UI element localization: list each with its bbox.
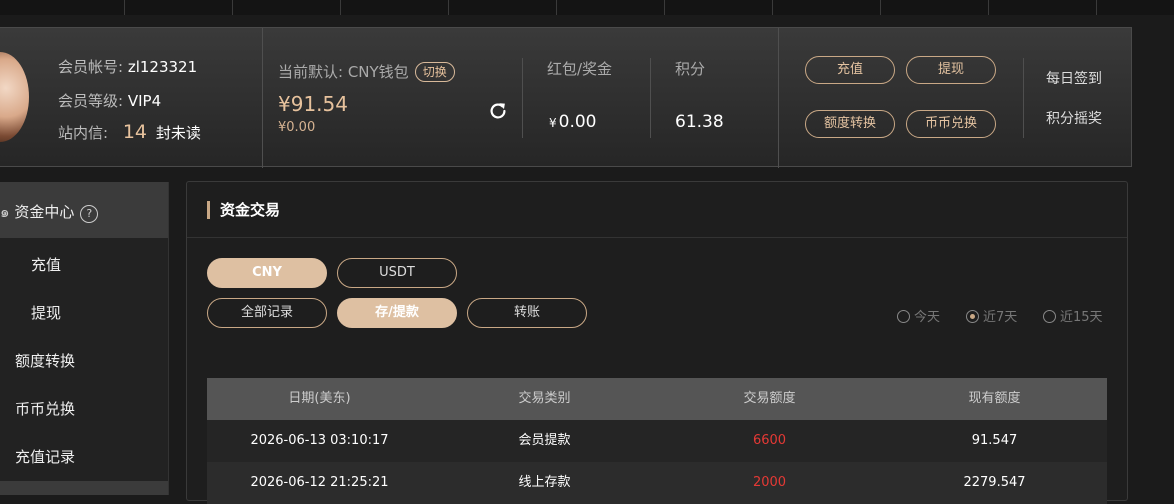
sidebar-item-withdraw[interactable]: 提现 <box>31 302 61 323</box>
default-wallet-label: 当前默认: CNY钱包 <box>278 63 409 81</box>
nav-divider <box>448 0 449 15</box>
bonus-amount: 0.00 <box>558 112 597 132</box>
refresh-icon[interactable] <box>487 100 509 122</box>
help-icon[interactable]: ? <box>80 205 99 223</box>
top-nav-strip <box>0 0 1174 15</box>
wallet-balance: ¥91.54 <box>278 92 348 116</box>
nav-divider <box>880 0 881 15</box>
column-header-balance: 现有额度 <box>968 391 1021 406</box>
divider <box>522 58 523 138</box>
sidebar-header-label: 资金中心 <box>14 203 75 221</box>
sidebar-item-transfer[interactable]: 额度转换 <box>15 350 75 371</box>
points-title: 积分 <box>675 60 706 78</box>
range-7days-label: 近7天 <box>983 310 1018 325</box>
cell-date: 2026-06-12 21:25:21 <box>250 475 389 490</box>
panel-divider <box>187 237 1127 238</box>
radio-checked-icon <box>966 310 979 323</box>
account-label: 会员帐号: <box>58 58 124 76</box>
tab-deposit-withdraw[interactable]: 存/提款 <box>337 298 457 328</box>
bonus-value: ¥0.00 <box>549 112 597 132</box>
sidebar: ๑ 资金中心? 充值 提现 额度转换 币币兑换 充值记录 <box>0 182 169 495</box>
points-lottery-link[interactable]: 积分摇奖 <box>1046 108 1102 128</box>
divider <box>650 58 651 138</box>
level-label: 会员等级: <box>58 92 124 110</box>
sidebar-footer <box>0 481 168 495</box>
table-row[interactable]: 2026-06-13 03:10:17 会员提款 6600 91.547 <box>207 420 1107 462</box>
sidebar-item-recharge[interactable]: 充值 <box>31 254 61 275</box>
radio-icon <box>897 310 910 323</box>
divider <box>1023 58 1024 138</box>
nav-divider <box>232 0 233 15</box>
sidebar-item-recharge-records[interactable]: 充值记录 <box>15 446 75 467</box>
panel-title: 资金交易 <box>207 201 280 219</box>
level-line: 会员等级: VIP4 <box>58 90 161 111</box>
range-today[interactable]: 今天 <box>897 306 940 325</box>
column-header-amount: 交易额度 <box>743 391 796 406</box>
cell-amount: 2000 <box>752 475 787 490</box>
transactions-table: 日期(美东) 交易类别 交易额度 现有额度 2026-06-13 03:10:1… <box>207 378 1107 504</box>
transfer-button[interactable]: 额度转换 <box>805 110 895 138</box>
tab-transfer[interactable]: 转账 <box>467 298 587 328</box>
column-header-date: 日期(美东) <box>288 391 351 406</box>
switch-wallet-button[interactable]: 切换 <box>414 62 455 82</box>
wallet-balance-sub: ¥0.00 <box>278 120 316 135</box>
cell-type: 会员提款 <box>518 433 571 448</box>
nav-divider <box>556 0 557 15</box>
unread-suffix: 封未读 <box>155 124 201 142</box>
sidebar-item-exchange[interactable]: 币币兑换 <box>15 398 75 419</box>
account-summary-card: 会员帐号: zl123321 会员等级: VIP4 站内信: 14 封未读 当前… <box>0 27 1132 168</box>
divider <box>262 28 263 168</box>
range-15days-label: 近15天 <box>1060 310 1103 325</box>
nav-divider <box>1096 0 1097 15</box>
default-wallet: 当前默认: CNY钱包 切换 <box>278 61 455 82</box>
level-value: VIP4 <box>127 92 162 110</box>
inbox-label: 站内信: <box>58 124 109 142</box>
cell-type: 线上存款 <box>518 475 571 490</box>
tab-cny[interactable]: CNY <box>207 258 327 288</box>
tab-all-records[interactable]: 全部记录 <box>207 298 327 328</box>
cell-amount: 6600 <box>752 433 787 448</box>
inbox-line[interactable]: 站内信: 14 封未读 <box>58 121 201 143</box>
recharge-button[interactable]: 充值 <box>805 56 895 84</box>
bonus-currency: ¥ <box>549 116 557 130</box>
exchange-button[interactable]: 币币兑换 <box>906 110 996 138</box>
nav-divider <box>772 0 773 15</box>
nav-divider <box>988 0 989 15</box>
cell-date: 2026-06-13 03:10:17 <box>250 433 389 448</box>
unread-count[interactable]: 14 <box>123 121 147 143</box>
account-line: 会员帐号: zl123321 <box>58 56 197 77</box>
column-header-type: 交易类别 <box>518 391 571 406</box>
radio-icon <box>1043 310 1056 323</box>
daily-checkin-link[interactable]: 每日签到 <box>1046 68 1102 88</box>
tab-usdt[interactable]: USDT <box>337 258 457 288</box>
table-row[interactable]: 2026-06-12 21:25:21 线上存款 2000 2279.547 <box>207 462 1107 504</box>
fund-transactions-panel: 资金交易 CNY USDT 全部记录 存/提款 转账 今天 近7天 近15天 日… <box>186 181 1128 504</box>
sidebar-header: ๑ 资金中心? <box>0 182 168 238</box>
points-value: 61.38 <box>675 112 724 132</box>
fund-icon: ๑ <box>0 203 10 221</box>
bonus-title: 红包/奖金 <box>547 60 613 78</box>
table-header-row: 日期(美东) 交易类别 交易额度 现有额度 <box>207 378 1107 420</box>
cell-balance: 91.547 <box>971 433 1018 448</box>
withdraw-button[interactable]: 提现 <box>906 56 996 84</box>
nav-divider <box>124 0 125 15</box>
divider <box>778 28 779 168</box>
nav-divider <box>664 0 665 15</box>
range-15days[interactable]: 近15天 <box>1043 306 1103 325</box>
avatar[interactable] <box>0 52 29 142</box>
range-7days[interactable]: 近7天 <box>966 306 1017 325</box>
nav-divider <box>340 0 341 15</box>
range-today-label: 今天 <box>914 310 941 325</box>
account-value: zl123321 <box>127 58 198 76</box>
cell-balance: 2279.547 <box>963 475 1026 490</box>
